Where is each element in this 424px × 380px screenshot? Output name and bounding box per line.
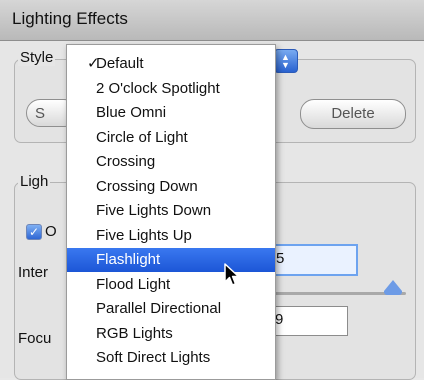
focus-label: Focu: [18, 330, 52, 347]
focus-field[interactable]: 9: [270, 306, 348, 336]
style-menu-item-label: Blue Omni: [96, 104, 167, 121]
style-menu-item[interactable]: Flood Light: [67, 273, 275, 297]
checkbox-checked-icon: ✓: [28, 225, 40, 239]
style-group-label: Style: [18, 49, 56, 66]
style-menu-item-label: Soft Direct Lights: [96, 349, 211, 366]
style-menu-item-label: Crossing: [96, 153, 156, 170]
style-menu-item[interactable]: Blue Omni: [67, 101, 275, 125]
style-menu-item[interactable]: Parallel Directional: [67, 297, 275, 321]
style-menu-item[interactable]: 2 O'clock Spotlight: [67, 77, 275, 101]
light-on-checkbox[interactable]: ✓: [26, 224, 42, 240]
style-menu-item-label: Parallel Directional: [96, 300, 222, 317]
style-menu: ✓ Default 2 O'clock Spotlight Blue Omni Circ…: [66, 44, 276, 380]
style-menu-item[interactable]: Crossing Down: [67, 175, 275, 199]
style-menu-item-label: Five Lights Down: [96, 202, 212, 219]
intensity-slider-knob[interactable]: [384, 280, 402, 291]
style-menu-item-label: 2 O'clock Spotlight: [96, 79, 220, 97]
style-menu-item-label: RGB Lights: [96, 324, 173, 342]
delete-style-button[interactable]: Delete: [300, 99, 406, 129]
pointer-cursor-icon: [224, 263, 240, 286]
style-menu-item-label: Flashlight: [96, 251, 161, 268]
save-style-button-label: S: [35, 105, 46, 122]
intensity-slider-knob-base[interactable]: [384, 291, 402, 295]
checkmark-icon: ✓: [87, 55, 100, 72]
style-popup-button[interactable]: ▲ ▼: [274, 49, 298, 73]
style-menu-item[interactable]: Five Lights Down: [67, 199, 275, 223]
intensity-value: 5: [276, 250, 285, 267]
focus-value: 9: [275, 311, 284, 328]
style-menu-item[interactable]: Five Lights Up: [67, 224, 275, 248]
style-menu-item-label: Default: [96, 55, 144, 72]
style-menu-item[interactable]: RGB Lights: [67, 322, 275, 346]
style-menu-item[interactable]: Soft Direct Lights: [67, 346, 275, 370]
style-menu-item[interactable]: ✓ Default: [67, 52, 275, 76]
style-menu-item-label: Five Lights Up: [96, 226, 192, 244]
window-titlebar: Lighting Effects: [0, 0, 424, 41]
window-title: Lighting Effects: [12, 9, 128, 28]
style-menu-item-label: Flood Light: [96, 275, 171, 293]
delete-style-button-label: Delete: [331, 105, 375, 122]
style-menu-item[interactable]: Circle of Light: [67, 126, 275, 150]
lights-group-label: Ligh: [18, 173, 51, 190]
style-menu-item-label: Crossing Down: [96, 177, 198, 195]
popup-down-arrow-icon: ▼: [281, 60, 290, 70]
style-menu-item-label: Circle of Light: [96, 128, 188, 146]
intensity-label: Inter: [18, 264, 49, 281]
light-on-label: O: [45, 223, 57, 240]
style-menu-item[interactable]: Flashlight: [67, 248, 275, 272]
intensity-field[interactable]: 5: [270, 244, 358, 276]
style-menu-item[interactable]: Crossing: [67, 150, 275, 174]
